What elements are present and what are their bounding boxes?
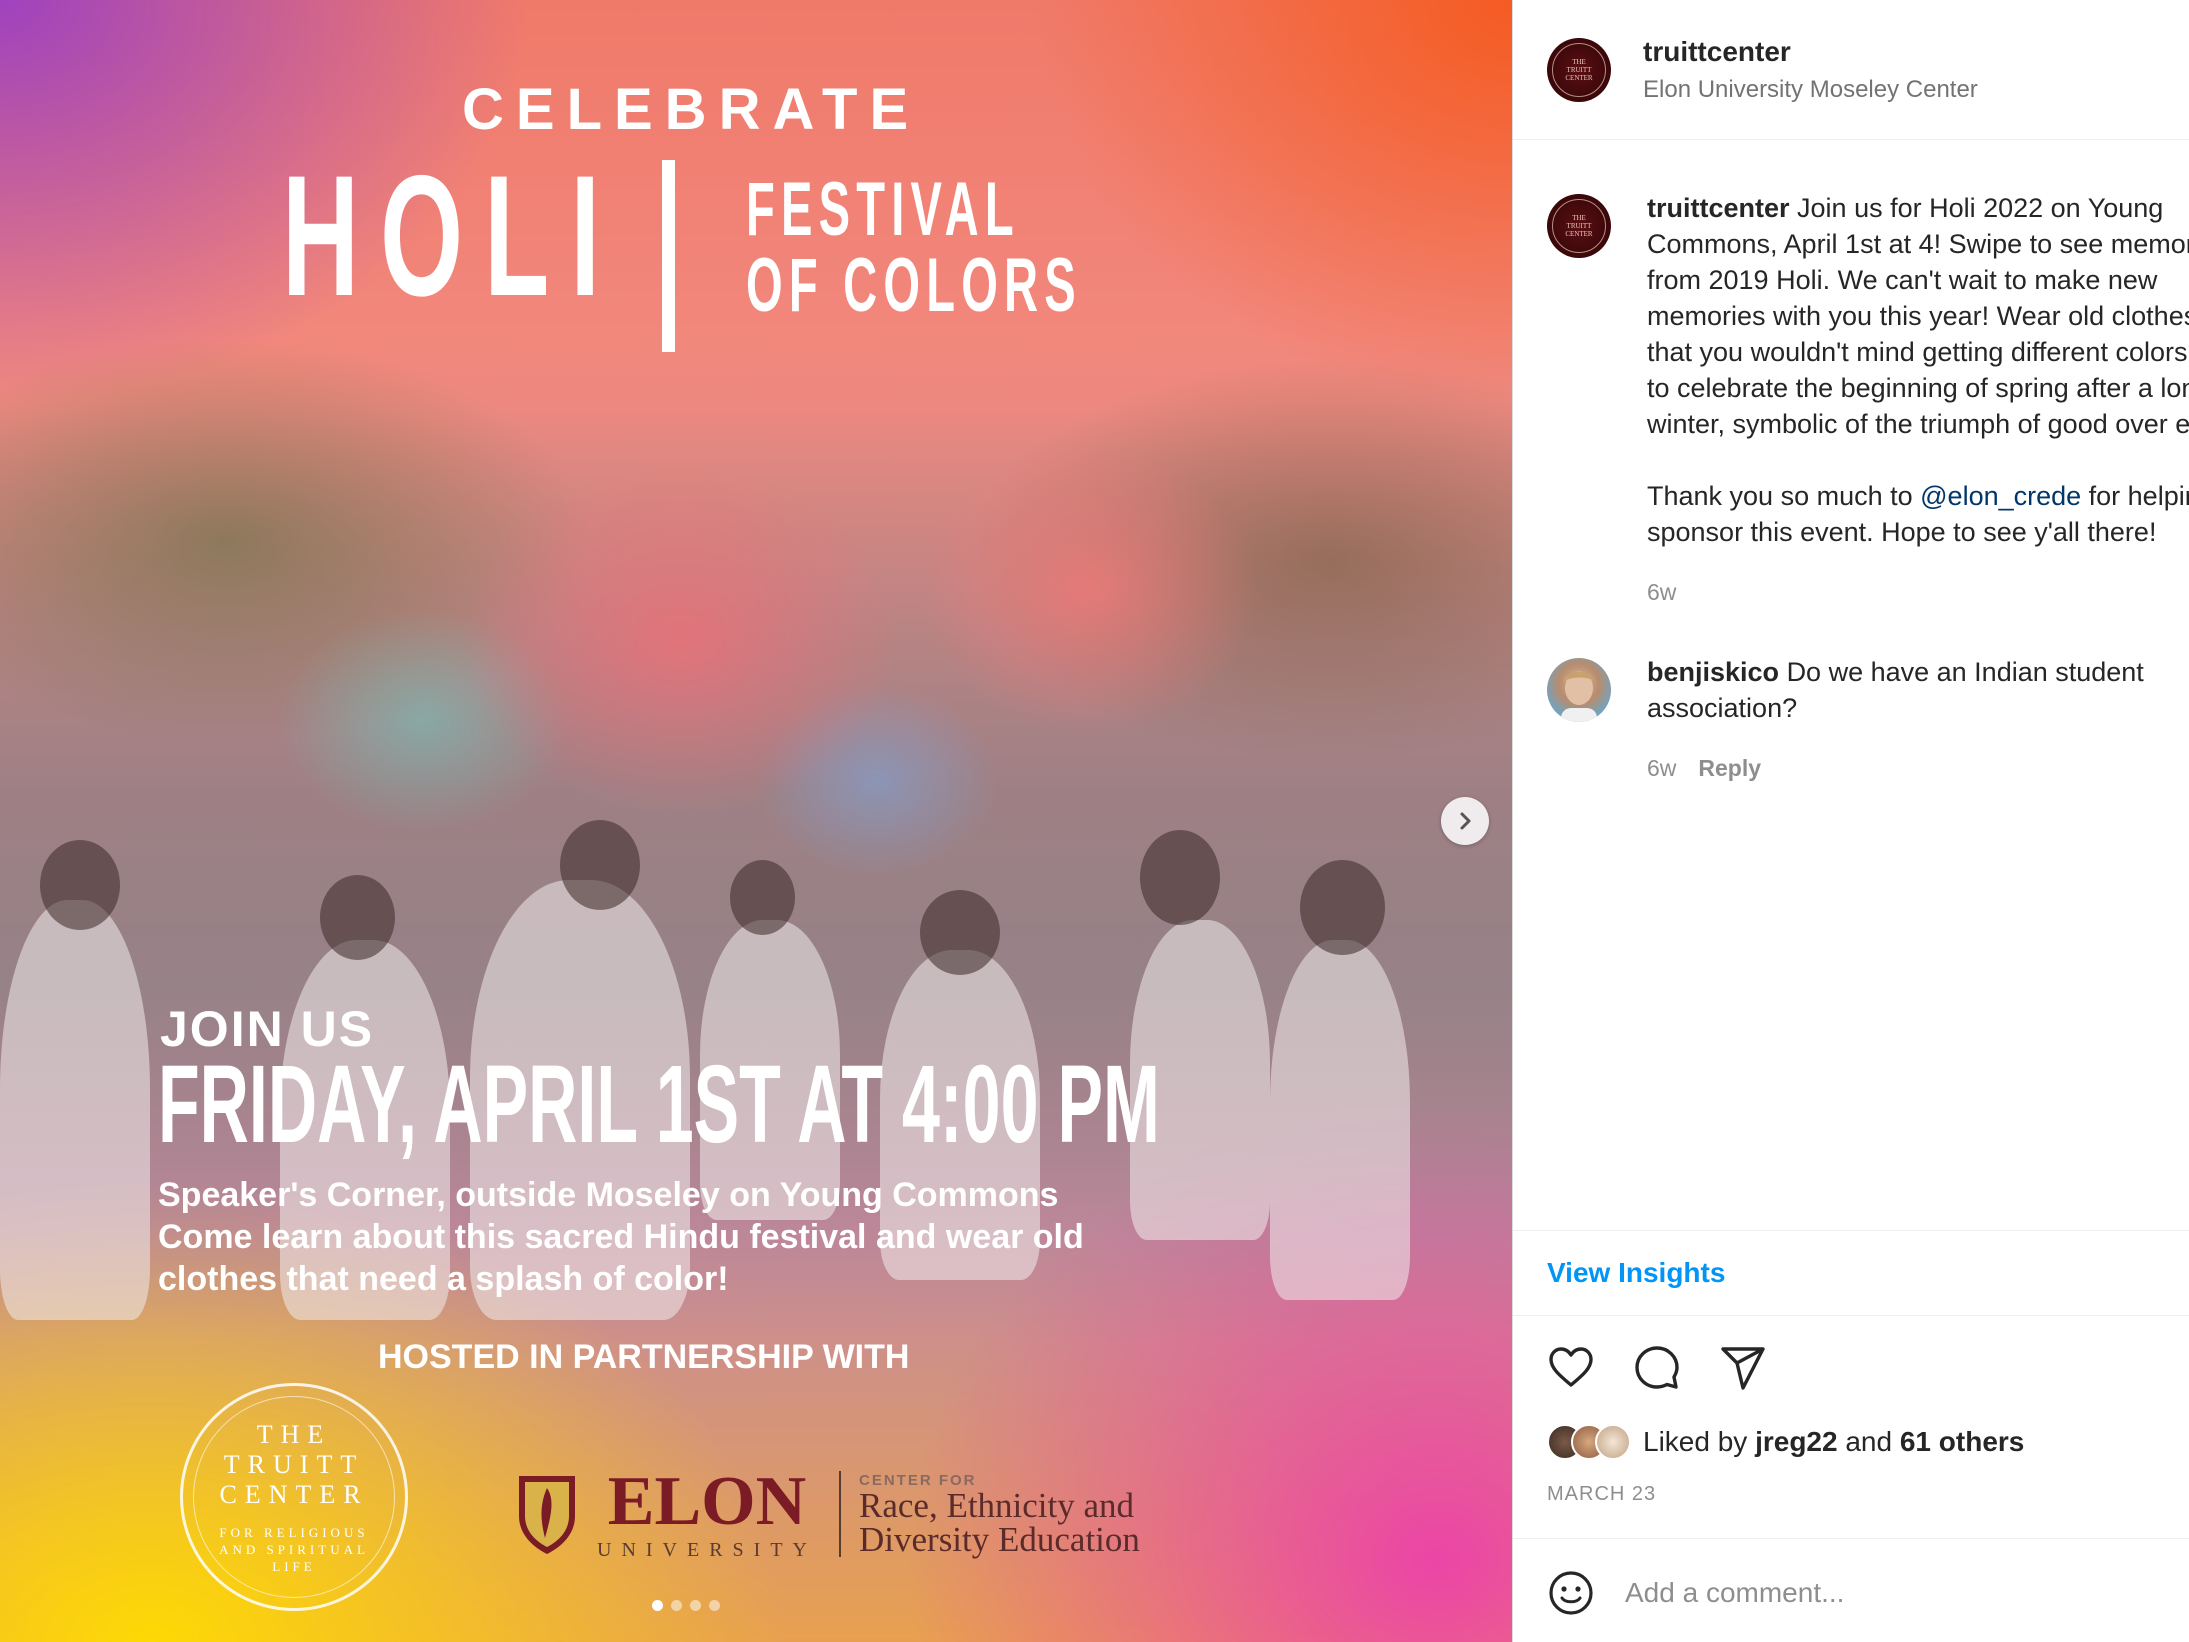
post-header: THE TRUITT CENTER truittcenter Elon Univ… xyxy=(1513,0,2189,140)
share-icon[interactable] xyxy=(1719,1344,1767,1392)
likes-summary[interactable]: Liked by jreg22 and 61 others xyxy=(1547,1424,2024,1460)
liker-username[interactable]: jreg22 xyxy=(1755,1426,1838,1457)
carousel-indicator xyxy=(652,1600,720,1611)
post-media[interactable]: CELEBRATE HOLI FESTIVAL OF COLORS JOIN U… xyxy=(0,0,1512,1642)
caption-timestamp[interactable]: 6w xyxy=(1647,579,1676,605)
carousel-dot xyxy=(671,1600,682,1611)
poster-festival-of-colors: FESTIVAL OF COLORS xyxy=(746,167,1082,328)
liker-avatars xyxy=(1547,1424,1631,1460)
comment-icon[interactable] xyxy=(1633,1344,1681,1392)
likes-others-link[interactable]: 61 others xyxy=(1900,1426,2025,1457)
carousel-dot xyxy=(652,1600,663,1611)
caption-author-avatar[interactable]: THE TRUITT CENTER xyxy=(1547,194,1611,258)
carousel-next-button[interactable] xyxy=(1441,797,1489,845)
carousel-dot xyxy=(709,1600,720,1611)
post-details-panel: THE TRUITT CENTER truittcenter Elon Univ… xyxy=(1512,0,2189,1642)
insights-bar: View Insights xyxy=(1513,1230,2189,1316)
author-username[interactable]: truittcenter xyxy=(1643,36,1791,68)
poster-title-divider xyxy=(662,160,675,352)
post-location[interactable]: Elon University Moseley Center xyxy=(1643,76,1978,104)
poster-location-description: Speaker's Corner, outside Moseley on You… xyxy=(158,1176,1084,1298)
comment-input[interactable] xyxy=(1625,1565,2165,1621)
caption-username[interactable]: truittcenter xyxy=(1647,193,1790,223)
elon-crede-logo: ELON UNIVERSITY CENTER FOR Race, Ethnici… xyxy=(515,1466,1175,1562)
post-actions xyxy=(1547,1344,1767,1392)
view-insights-link[interactable]: View Insights xyxy=(1547,1257,1725,1289)
commenter-face-icon xyxy=(1561,671,1597,722)
heart-icon[interactable] xyxy=(1547,1344,1595,1392)
poster-celebrate: CELEBRATE xyxy=(462,77,921,142)
poster-date-time: FRIDAY, APRIL 1ST AT 4:00 PM xyxy=(158,1043,1160,1166)
truitt-center-logo: THE TRUITT CENTER FOR RELIGIOUS AND SPIR… xyxy=(180,1383,408,1611)
post-date[interactable]: MARCH 23 xyxy=(1547,1483,1656,1506)
commenter-username[interactable]: benjiskico xyxy=(1647,657,1779,687)
liker-avatar xyxy=(1595,1424,1631,1460)
add-comment-bar xyxy=(1513,1538,2189,1642)
poster-holi-title: HOLI xyxy=(282,140,622,332)
author-avatar[interactable]: THE TRUITT CENTER xyxy=(1547,38,1611,102)
chevron-right-icon xyxy=(1460,812,1471,830)
reply-button[interactable]: Reply xyxy=(1698,755,1761,781)
commenter-avatar[interactable] xyxy=(1547,658,1611,722)
comments-section: THE TRUITT CENTER truittcenter Join us f… xyxy=(1513,140,2189,1230)
comment-timestamp[interactable]: 6w xyxy=(1647,755,1676,781)
elon-shield-icon xyxy=(519,1476,575,1554)
poster-hosted-by: HOSTED IN PARTNERSHIP WITH xyxy=(378,1338,910,1376)
emoji-icon[interactable] xyxy=(1547,1569,1595,1617)
mention-link[interactable]: @elon_crede xyxy=(1920,481,2081,511)
carousel-dot xyxy=(690,1600,701,1611)
